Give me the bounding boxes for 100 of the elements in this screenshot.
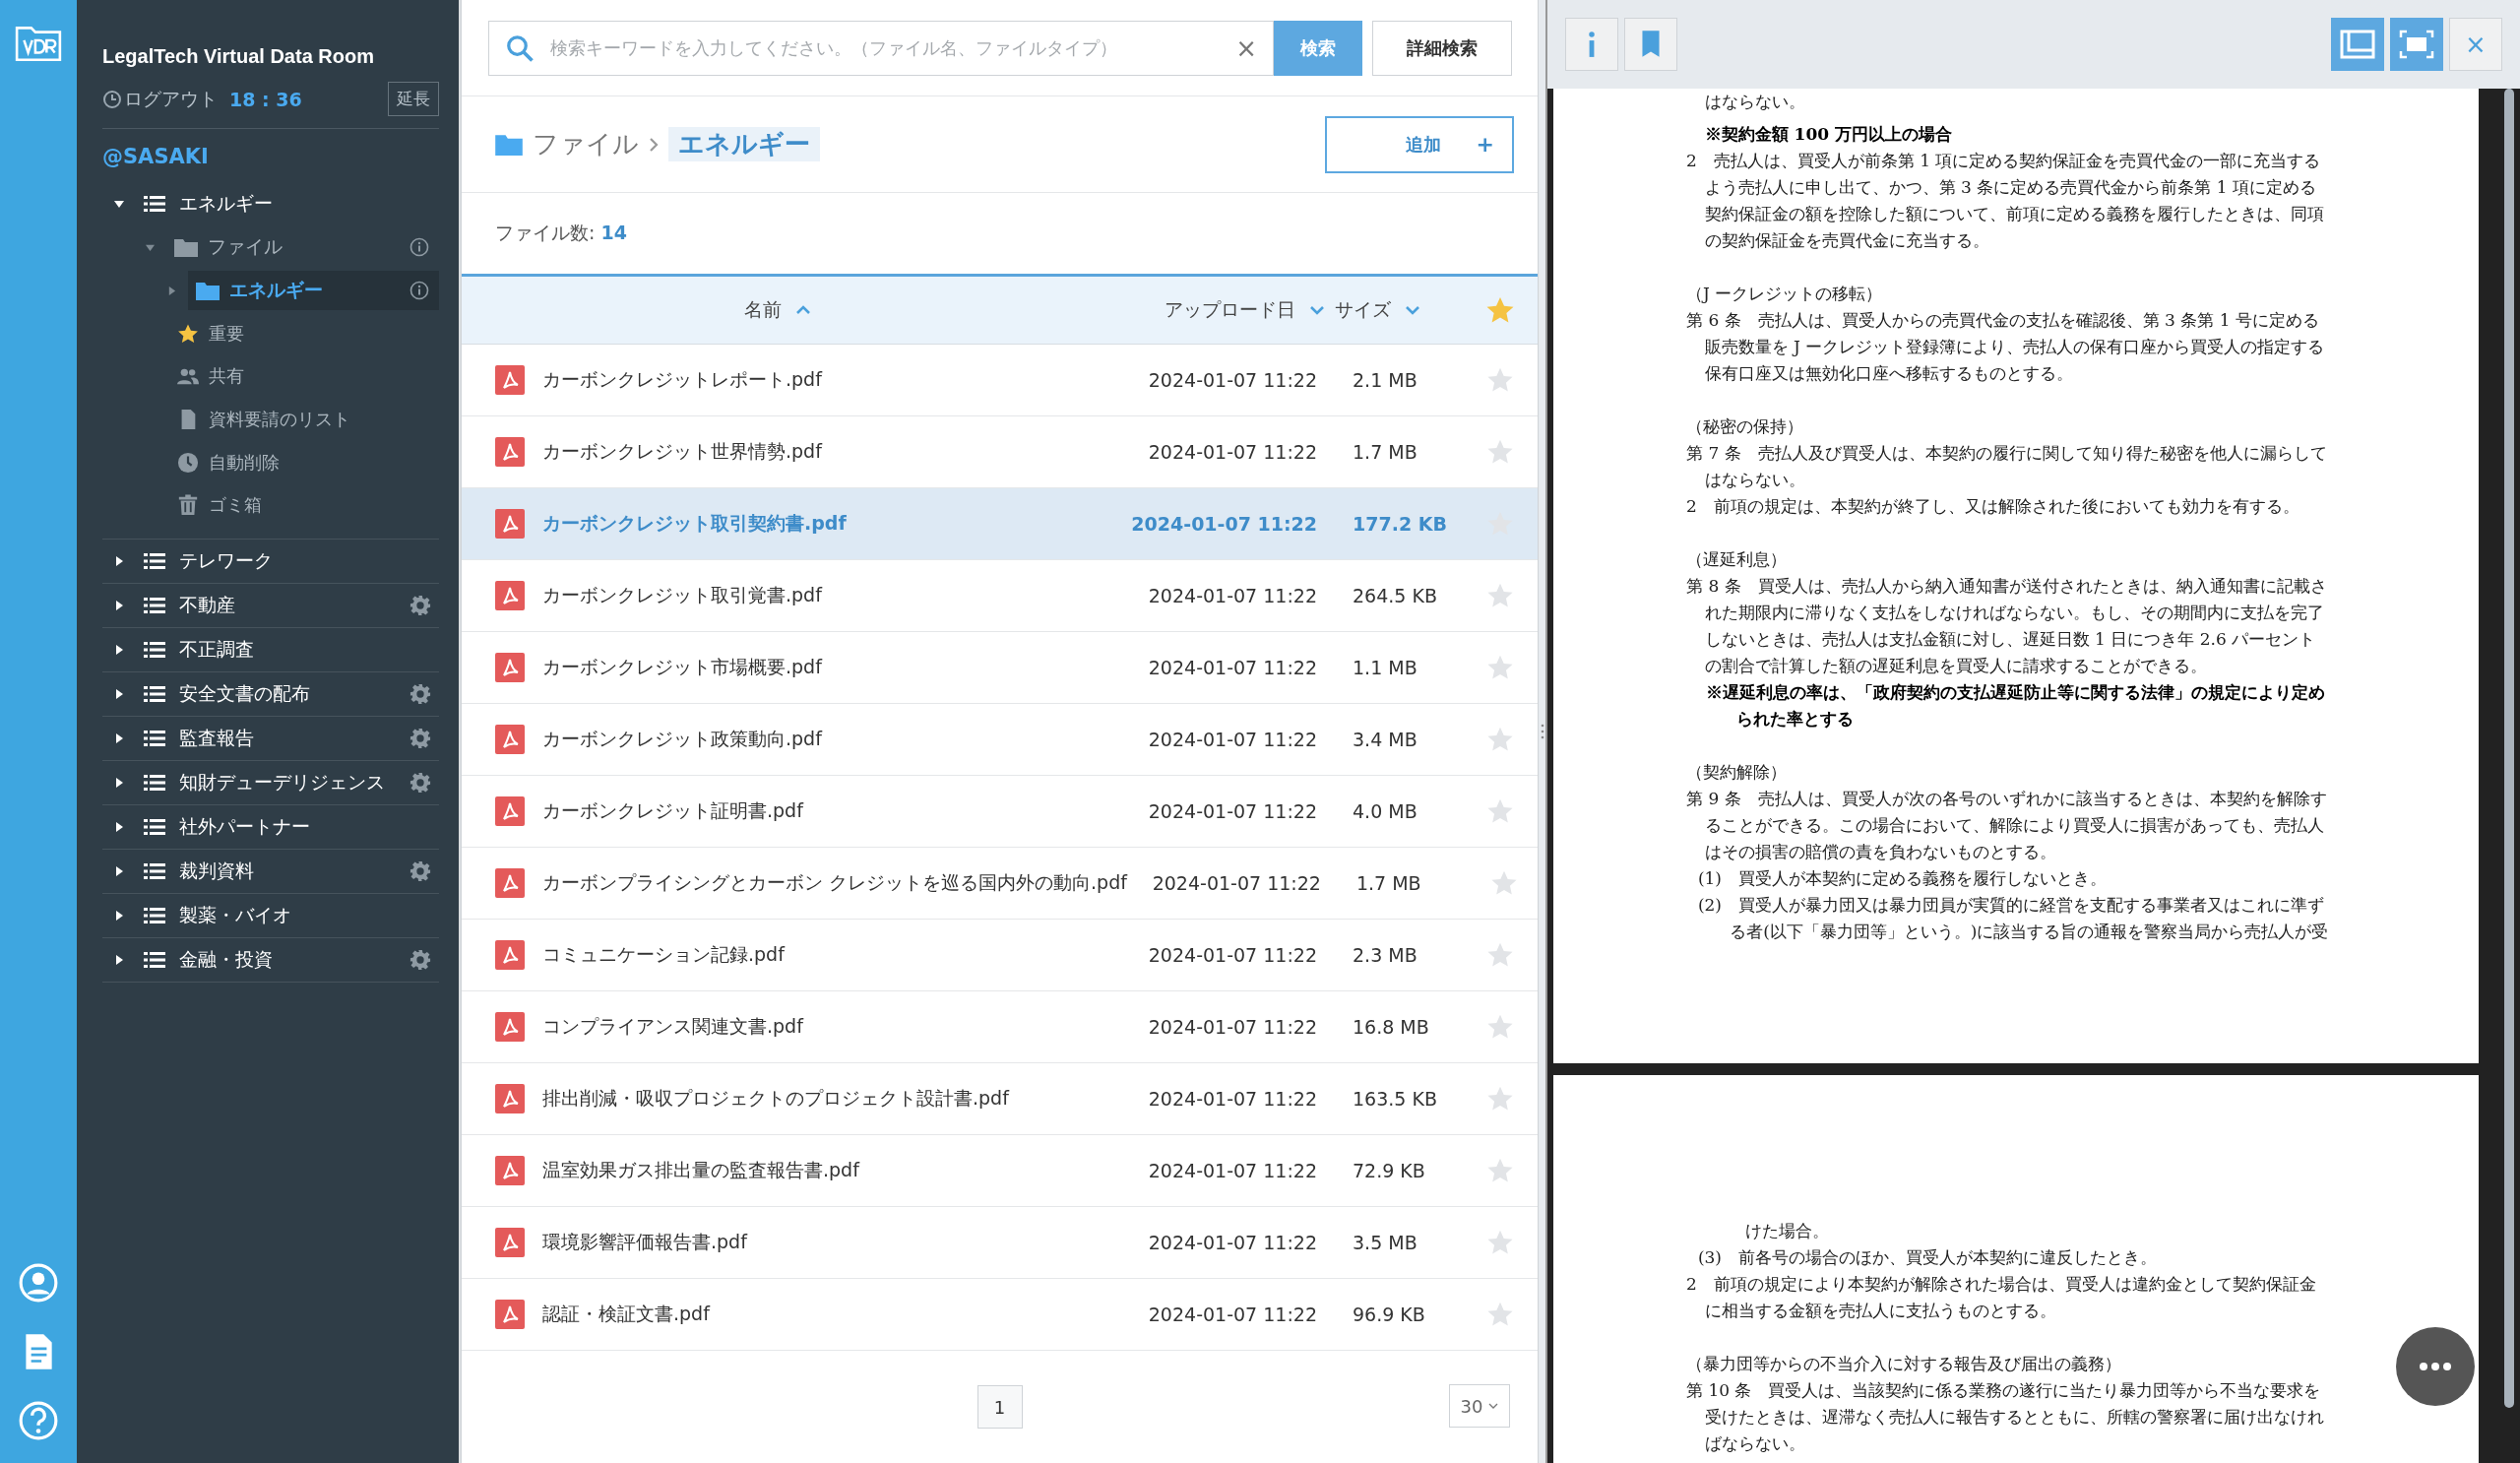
file-row[interactable]: 認証・検証文書.pdf 2024-01-07 11:22 96.9 KB — [462, 1279, 1538, 1351]
room-item[interactable]: 製薬・バイオ — [179, 902, 439, 928]
file-row[interactable]: カーボンクレジットレポート.pdf 2024-01-07 11:22 2.1 MB — [462, 345, 1538, 416]
folder-item[interactable]: ファイル — [166, 227, 410, 267]
caret-icon[interactable] — [114, 864, 124, 877]
sidebar-item[interactable]: 共有 — [209, 364, 244, 389]
layout-button[interactable] — [2331, 18, 2384, 71]
star-icon[interactable] — [1486, 1301, 1514, 1328]
star-icon[interactable] — [1486, 941, 1514, 969]
settings-icon[interactable] — [410, 948, 431, 971]
caret-icon[interactable] — [114, 732, 124, 744]
file-row[interactable]: カーボンクレジット取引覚書.pdf 2024-01-07 11:22 264.5 KB — [462, 560, 1538, 632]
document-text: 第 6 条 売払人は、買受人からの売買代金の支払を確認後、第 3 条第 1 号に定める販売数量を J ークレジット登録簿により、売払人の保有口座から買受人の指定する保有口座又は無効化口座へ移転するものとする。 — [1686, 309, 2326, 385]
upload-date: 2024-01-07 11:22 — [1147, 657, 1318, 678]
sort-icon[interactable] — [1405, 305, 1420, 315]
pdf-icon — [495, 1156, 525, 1185]
settings-icon[interactable] — [410, 771, 431, 794]
caret-icon[interactable] — [114, 953, 124, 966]
file-count: ファイル数: 14 — [495, 221, 627, 245]
caret-icon[interactable] — [114, 776, 124, 789]
file-size: 3.5 MB — [1352, 1232, 1418, 1253]
caret-icon[interactable] — [113, 199, 125, 209]
room-item[interactable]: 金融・投資 — [179, 946, 410, 973]
file-row[interactable]: コンプライアンス関連文書.pdf 2024-01-07 11:22 16.8 MB — [462, 991, 1538, 1063]
advanced-search-button[interactable]: 詳細検索 — [1372, 20, 1512, 76]
star-icon[interactable] — [1486, 1013, 1514, 1041]
caret-icon[interactable] — [114, 909, 124, 922]
document-text: 2 前項の規定は、本契約が終了し、又は解除された後においても効力を有する。 — [1686, 495, 2300, 518]
upload-date: 2024-01-07 11:22 — [1147, 1160, 1318, 1181]
page-button[interactable]: 1 — [976, 1385, 1023, 1429]
fullscreen-button[interactable] — [2390, 18, 2443, 71]
star-icon[interactable] — [1489, 869, 1518, 897]
star-icon[interactable] — [1486, 1157, 1514, 1184]
upload-date: 2024-01-07 11:22 — [1147, 1304, 1318, 1325]
file-row[interactable]: 温室効果ガス排出量の監査報告書.pdf 2024-01-07 11:22 72.9 KB — [462, 1135, 1538, 1207]
document-text: （J ークレジットの移転） — [1686, 283, 1884, 305]
sidebar-item[interactable]: ゴミ箱 — [209, 493, 262, 518]
file-name: 温室効果ガス排出量の監査報告書.pdf — [542, 1158, 859, 1182]
info-icon[interactable] — [410, 281, 429, 300]
star-icon[interactable] — [1486, 366, 1514, 394]
pdf-icon — [495, 653, 525, 682]
room-item[interactable]: 知財デューデリジェンス — [179, 769, 410, 795]
sort-icon[interactable] — [1309, 305, 1325, 315]
sidebar-item[interactable]: 資料要請のリスト — [209, 408, 350, 431]
room-item[interactable]: 不動産 — [179, 592, 410, 618]
add-button[interactable]: 追加 + — [1325, 115, 1514, 173]
user-icon[interactable] — [18, 1262, 59, 1304]
file-row[interactable]: カーボンクレジット市場概要.pdf 2024-01-07 11:22 1.1 MB — [462, 632, 1538, 704]
file-row[interactable]: カーボンプライシングとカーボン クレジットを巡る国内外の動向.pdf 2024-01-07 11:22 1.7 MB — [462, 848, 1538, 920]
bookmark-button[interactable] — [1624, 18, 1677, 71]
caret-icon[interactable] — [114, 643, 124, 656]
file-row[interactable]: カーボンクレジット政策動向.pdf 2024-01-07 11:22 3.4 MB — [462, 704, 1538, 776]
file-row[interactable]: コミュニケーション記録.pdf 2024-01-07 11:22 2.3 MB — [462, 920, 1538, 991]
room-item[interactable]: 不正調査 — [179, 636, 439, 663]
per-page-select[interactable]: 30 — [1449, 1384, 1510, 1428]
star-icon[interactable] — [1486, 654, 1514, 681]
star-icon[interactable] — [1486, 582, 1514, 609]
folder-item[interactable]: エネルギー — [188, 271, 439, 310]
star-icon[interactable] — [1486, 438, 1514, 466]
scrollbar[interactable] — [2504, 89, 2514, 1408]
drag-handle-icon[interactable] — [1540, 724, 1544, 739]
caret-icon[interactable] — [114, 599, 124, 611]
room-item[interactable]: エネルギー — [179, 191, 439, 217]
sidebar-item[interactable]: 重要 — [209, 321, 244, 346]
room-item[interactable]: 監査報告 — [179, 725, 410, 751]
caret-icon[interactable] — [114, 687, 124, 700]
room-item[interactable]: 社外パートナー — [179, 813, 439, 840]
upload-date: 2024-01-07 11:22 — [1147, 1016, 1318, 1038]
sidebar-item[interactable]: 自動削除 — [209, 450, 280, 475]
help-icon[interactable] — [18, 1400, 59, 1441]
search-field[interactable]: 検索キーワードを入力してください。（ファイル名、ファイルタイプ） × — [488, 20, 1274, 76]
settings-icon[interactable] — [410, 594, 431, 616]
breadcrumb-item[interactable]: ファイル — [533, 127, 639, 161]
info-icon[interactable] — [410, 237, 429, 257]
column-header[interactable]: 名前 — [744, 297, 782, 323]
file-row[interactable]: 環境影響評価報告書.pdf 2024-01-07 11:22 3.5 MB — [462, 1207, 1538, 1279]
caret-icon[interactable] — [114, 554, 124, 567]
folder-icon — [196, 281, 220, 300]
settings-icon[interactable] — [410, 859, 431, 882]
star-icon[interactable] — [1486, 1085, 1514, 1113]
file-row[interactable]: カーボンクレジット証明書.pdf 2024-01-07 11:22 4.0 MB — [462, 776, 1538, 848]
pdf-icon — [495, 868, 525, 898]
room-item[interactable]: テレワーク — [179, 547, 439, 574]
column-header[interactable]: サイズ — [1335, 297, 1391, 323]
file-row[interactable]: 排出削減・吸収プロジェクトのプロジェクト設計書.pdf 2024-01-07 11:22 163.5 KB — [462, 1063, 1538, 1135]
user-name: @SASAKI — [102, 145, 210, 168]
star-icon[interactable] — [1486, 1229, 1514, 1256]
star-icon[interactable] — [1486, 797, 1514, 825]
column-header[interactable]: アップロード日 — [1165, 297, 1295, 323]
extend-button[interactable]: 延長 — [388, 82, 439, 116]
info-button[interactable] — [1565, 18, 1618, 71]
room-item[interactable]: 安全文書の配布 — [179, 680, 410, 707]
clear-button[interactable]: × — [1235, 32, 1257, 63]
settings-icon[interactable] — [410, 682, 431, 705]
sort-icon[interactable] — [795, 305, 811, 315]
settings-icon[interactable] — [410, 727, 431, 749]
star-icon[interactable] — [1485, 295, 1515, 325]
room-item[interactable]: 裁判資料 — [179, 858, 410, 884]
star-icon[interactable] — [1486, 726, 1514, 753]
caret-icon[interactable] — [114, 820, 124, 833]
